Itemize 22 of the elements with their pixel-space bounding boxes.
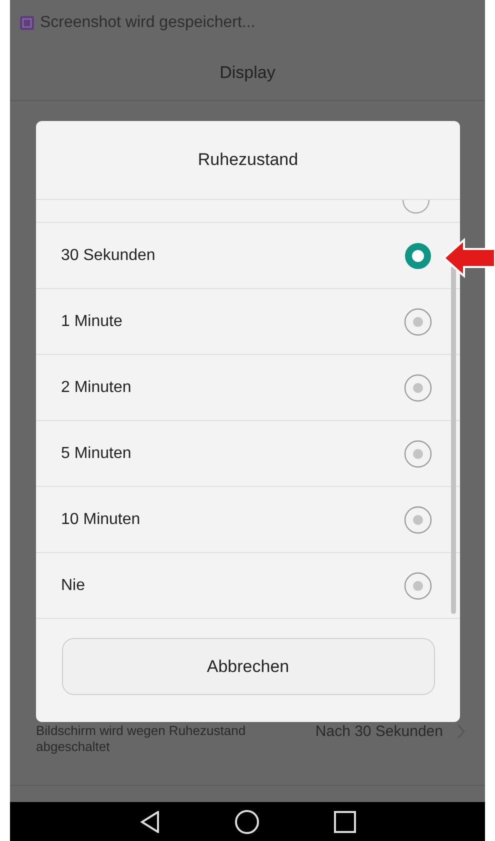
setting-label: Bildschirm wird wegen Ruhezustand abgeschaltet — [36, 723, 247, 755]
screenshot-icon — [20, 16, 34, 30]
home-icon[interactable] — [234, 810, 258, 834]
radio-button[interactable] — [404, 440, 432, 468]
option-label: 30 Sekunden — [61, 246, 156, 264]
option-label: 2 Minuten — [61, 378, 132, 396]
radio-button[interactable] — [404, 308, 432, 336]
setting-value: Nach 30 Sekunden — [315, 723, 443, 740]
option-label: 5 Minuten — [61, 444, 132, 462]
cancel-button[interactable]: Abbrechen — [62, 638, 434, 695]
notification-text: Screenshot wird gespeichert... — [40, 14, 256, 32]
option-label: 10 Minuten — [61, 510, 140, 528]
recents-icon[interactable] — [334, 810, 356, 832]
radio-button[interactable] — [404, 572, 432, 600]
radio-button[interactable] — [404, 242, 432, 270]
radio-button[interactable] — [404, 506, 432, 534]
page-title: Display — [220, 63, 276, 83]
dialog-title: Ruhezustand — [198, 150, 298, 170]
option-label: Nie — [61, 576, 86, 594]
option-label: 1 Minute — [61, 312, 122, 330]
radio-button[interactable] — [404, 374, 432, 402]
back-icon[interactable] — [140, 810, 160, 832]
